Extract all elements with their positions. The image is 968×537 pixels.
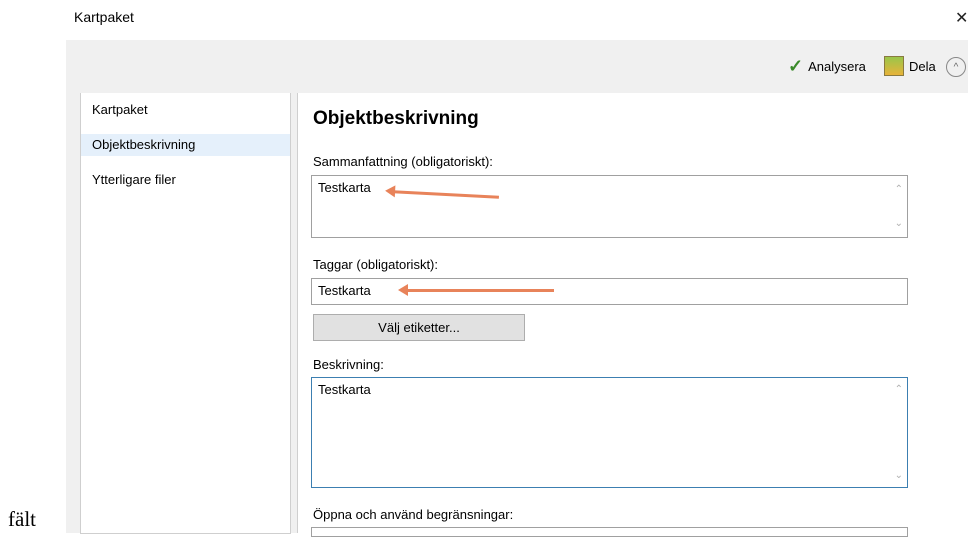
share-button[interactable]: Dela: [884, 56, 936, 76]
sidebar-item-objektbeskrivning[interactable]: Objektbeskrivning: [81, 134, 290, 156]
annotation-arrow: [398, 284, 554, 296]
window-title: Kartpaket: [74, 9, 134, 25]
summary-field[interactable]: Testkarta ⌃ ⌄: [311, 175, 908, 238]
sidebar-nav: Kartpaket Objektbeskrivning Ytterligare …: [80, 93, 291, 534]
sidebar-item-kartpaket[interactable]: Kartpaket: [81, 99, 290, 121]
description-value: Testkarta: [318, 382, 371, 397]
chevron-up-circle-icon[interactable]: ^: [946, 57, 966, 77]
tags-value: Testkarta: [318, 283, 371, 298]
checkmark-icon: ✓: [788, 56, 804, 76]
description-field[interactable]: Testkarta ⌃ ⌄: [311, 377, 908, 488]
side-annotation-text: fält: [8, 507, 36, 531]
page-title: Objektbeskrivning: [313, 108, 479, 129]
scroll-up-icon[interactable]: ⌃: [895, 384, 903, 395]
share-package-icon: [884, 56, 904, 76]
summary-value: Testkarta: [318, 180, 371, 195]
share-label: Dela: [909, 58, 936, 74]
tags-label: Taggar (obligatoriskt):: [313, 257, 438, 272]
choose-tags-button[interactable]: Välj etiketter...: [313, 314, 525, 341]
access-field[interactable]: [311, 527, 908, 537]
description-label: Beskrivning:: [313, 357, 384, 372]
analyze-label: Analysera: [808, 59, 866, 74]
scroll-down-icon[interactable]: ⌄: [895, 218, 903, 229]
summary-label: Sammanfattning (obligatoriskt):: [313, 154, 493, 169]
sidebar-item-ytterligare-filer[interactable]: Ytterligare filer: [81, 169, 290, 191]
access-label: Öppna och använd begränsningar:: [313, 507, 514, 522]
toolbar: ✓ Analysera Dela ^: [66, 40, 968, 93]
analyze-button[interactable]: ✓ Analysera: [788, 56, 866, 77]
close-icon[interactable]: ✕: [955, 8, 968, 28]
scroll-up-icon[interactable]: ⌃: [895, 184, 903, 195]
window-titlebar: [66, 0, 968, 40]
scroll-down-icon[interactable]: ⌄: [895, 470, 903, 481]
